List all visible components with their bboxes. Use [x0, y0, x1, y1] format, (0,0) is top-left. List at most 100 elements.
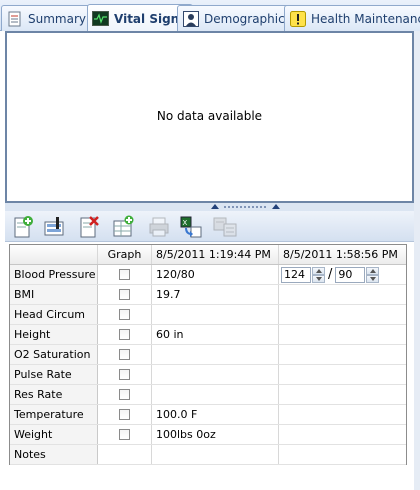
table-row[interactable]: Pulse Rate [10, 365, 406, 385]
delete-record-icon [80, 215, 99, 237]
spin-down-icon[interactable] [312, 274, 325, 283]
export-icon: X [180, 216, 202, 237]
value-date-1[interactable]: 100.0 F [152, 405, 279, 424]
spin-up-icon[interactable] [366, 266, 380, 275]
value-date-2[interactable] [279, 285, 406, 304]
graph-cell [98, 265, 152, 284]
graph-cell [98, 285, 152, 304]
value-date-1[interactable]: 60 in [152, 325, 279, 344]
value-date-2[interactable] [279, 445, 406, 464]
bp-separator: / [328, 267, 333, 282]
collapse-up-arrow-icon[interactable] [272, 204, 280, 209]
vital-name: Temperature [10, 405, 98, 424]
value-date-1[interactable] [152, 445, 279, 464]
vital-name: O2 Saturation [10, 345, 98, 364]
tab-summary-label: Summary [28, 11, 86, 26]
value-date-1[interactable] [152, 365, 279, 384]
tab-vital-signs-label: Vital Signs [114, 11, 187, 26]
add-record-icon [14, 215, 33, 237]
table-row[interactable]: Height 60 in [10, 325, 406, 345]
graph-cell [98, 325, 152, 344]
collapse-up-arrow-icon[interactable] [211, 204, 219, 209]
graph-cell [98, 405, 152, 424]
graph-checkbox[interactable] [119, 389, 130, 400]
graph-checkbox[interactable] [119, 369, 130, 380]
spin-down-icon[interactable] [366, 274, 380, 283]
value-date-1[interactable] [152, 305, 279, 324]
value-date-1[interactable] [152, 345, 279, 364]
header-date-1[interactable]: 8/5/2011 1:19:44 PM [152, 245, 279, 264]
table-row[interactable]: Blood Pressure 120/80 124 /90 [10, 265, 406, 285]
graph-checkbox[interactable] [119, 409, 130, 420]
value-date-2[interactable]: 124 /90 [279, 265, 406, 284]
value-date-2[interactable] [279, 365, 406, 384]
graph-checkbox[interactable] [119, 329, 130, 340]
value-date-2[interactable] [279, 325, 406, 344]
edit-record-button[interactable] [41, 213, 69, 240]
svg-text:X: X [183, 219, 188, 227]
vital-name: Pulse Rate [10, 365, 98, 384]
graph-checkbox[interactable] [119, 309, 130, 320]
graph-checkbox[interactable] [119, 349, 130, 360]
graph-cell [98, 385, 152, 404]
diastolic-input[interactable]: 90 [335, 266, 366, 283]
table-row[interactable]: Notes [10, 445, 406, 465]
table-row[interactable]: Head Circum [10, 305, 406, 325]
tab-health-maintenance[interactable]: Health Maintenance [284, 5, 420, 31]
blood-pressure-editor: 124 /90 [281, 266, 380, 283]
graph-cell [98, 445, 152, 464]
export-button[interactable]: X [177, 213, 205, 240]
table-row[interactable]: Weight 100lbs 0oz [10, 425, 406, 445]
tab-demographics[interactable]: Demographics [177, 5, 298, 31]
graph-cell [98, 305, 152, 324]
value-date-1[interactable]: 100lbs 0oz [152, 425, 279, 444]
value-date-1[interactable] [152, 385, 279, 404]
vital-name: Blood Pressure [10, 265, 98, 284]
transfer-icon [213, 217, 237, 236]
heart-monitor-icon [92, 10, 109, 27]
person-icon [182, 10, 199, 27]
graph-cell [98, 345, 152, 364]
transfer-button[interactable] [211, 213, 239, 240]
vital-name: Notes [10, 445, 98, 464]
splitter-handle[interactable] [5, 203, 414, 211]
value-date-1[interactable]: 19.7 [152, 285, 279, 304]
vital-name: Head Circum [10, 305, 98, 324]
value-date-2[interactable] [279, 305, 406, 324]
vital-name: Weight [10, 425, 98, 444]
table-row[interactable]: Res Rate [10, 385, 406, 405]
print-icon [149, 217, 169, 236]
add-column-button[interactable] [109, 213, 137, 240]
value-date-2[interactable] [279, 345, 406, 364]
value-date-2[interactable] [279, 385, 406, 404]
spin-up-icon[interactable] [312, 266, 325, 275]
no-data-message: No data available [156, 109, 263, 123]
tab-demographics-label: Demographics [204, 11, 291, 26]
print-button[interactable] [145, 213, 173, 240]
vital-name: BMI [10, 285, 98, 304]
toolbar: X [5, 211, 414, 242]
graph-pane: No data available [5, 31, 414, 203]
value-date-1[interactable]: 120/80 [152, 265, 279, 284]
graph-cell [98, 425, 152, 444]
alert-icon [289, 10, 306, 27]
delete-record-button[interactable] [75, 213, 103, 240]
checklist-icon [6, 10, 23, 27]
systolic-input[interactable]: 124 [281, 266, 311, 283]
table-row[interactable]: Temperature 100.0 F [10, 405, 406, 425]
tab-summary[interactable]: Summary [1, 5, 93, 31]
value-date-2[interactable] [279, 405, 406, 424]
tab-strip: Summary Vital Signs Demographics Health … [0, 0, 420, 32]
value-date-2[interactable] [279, 425, 406, 444]
table-row[interactable]: O2 Saturation [10, 345, 406, 365]
graph-checkbox[interactable] [119, 289, 130, 300]
graph-checkbox[interactable] [119, 269, 130, 280]
header-date-2[interactable]: 8/5/2011 1:58:56 PM [279, 245, 406, 264]
header-graph[interactable]: Graph [98, 245, 152, 264]
table-row[interactable]: BMI 19.7 [10, 285, 406, 305]
edit-record-icon [44, 216, 64, 235]
graph-checkbox[interactable] [119, 429, 130, 440]
tab-health-maintenance-label: Health Maintenance [311, 11, 420, 26]
add-record-button[interactable] [9, 213, 37, 240]
vitals-grid: Graph 8/5/2011 1:19:44 PM 8/5/2011 1:58:… [9, 244, 407, 465]
